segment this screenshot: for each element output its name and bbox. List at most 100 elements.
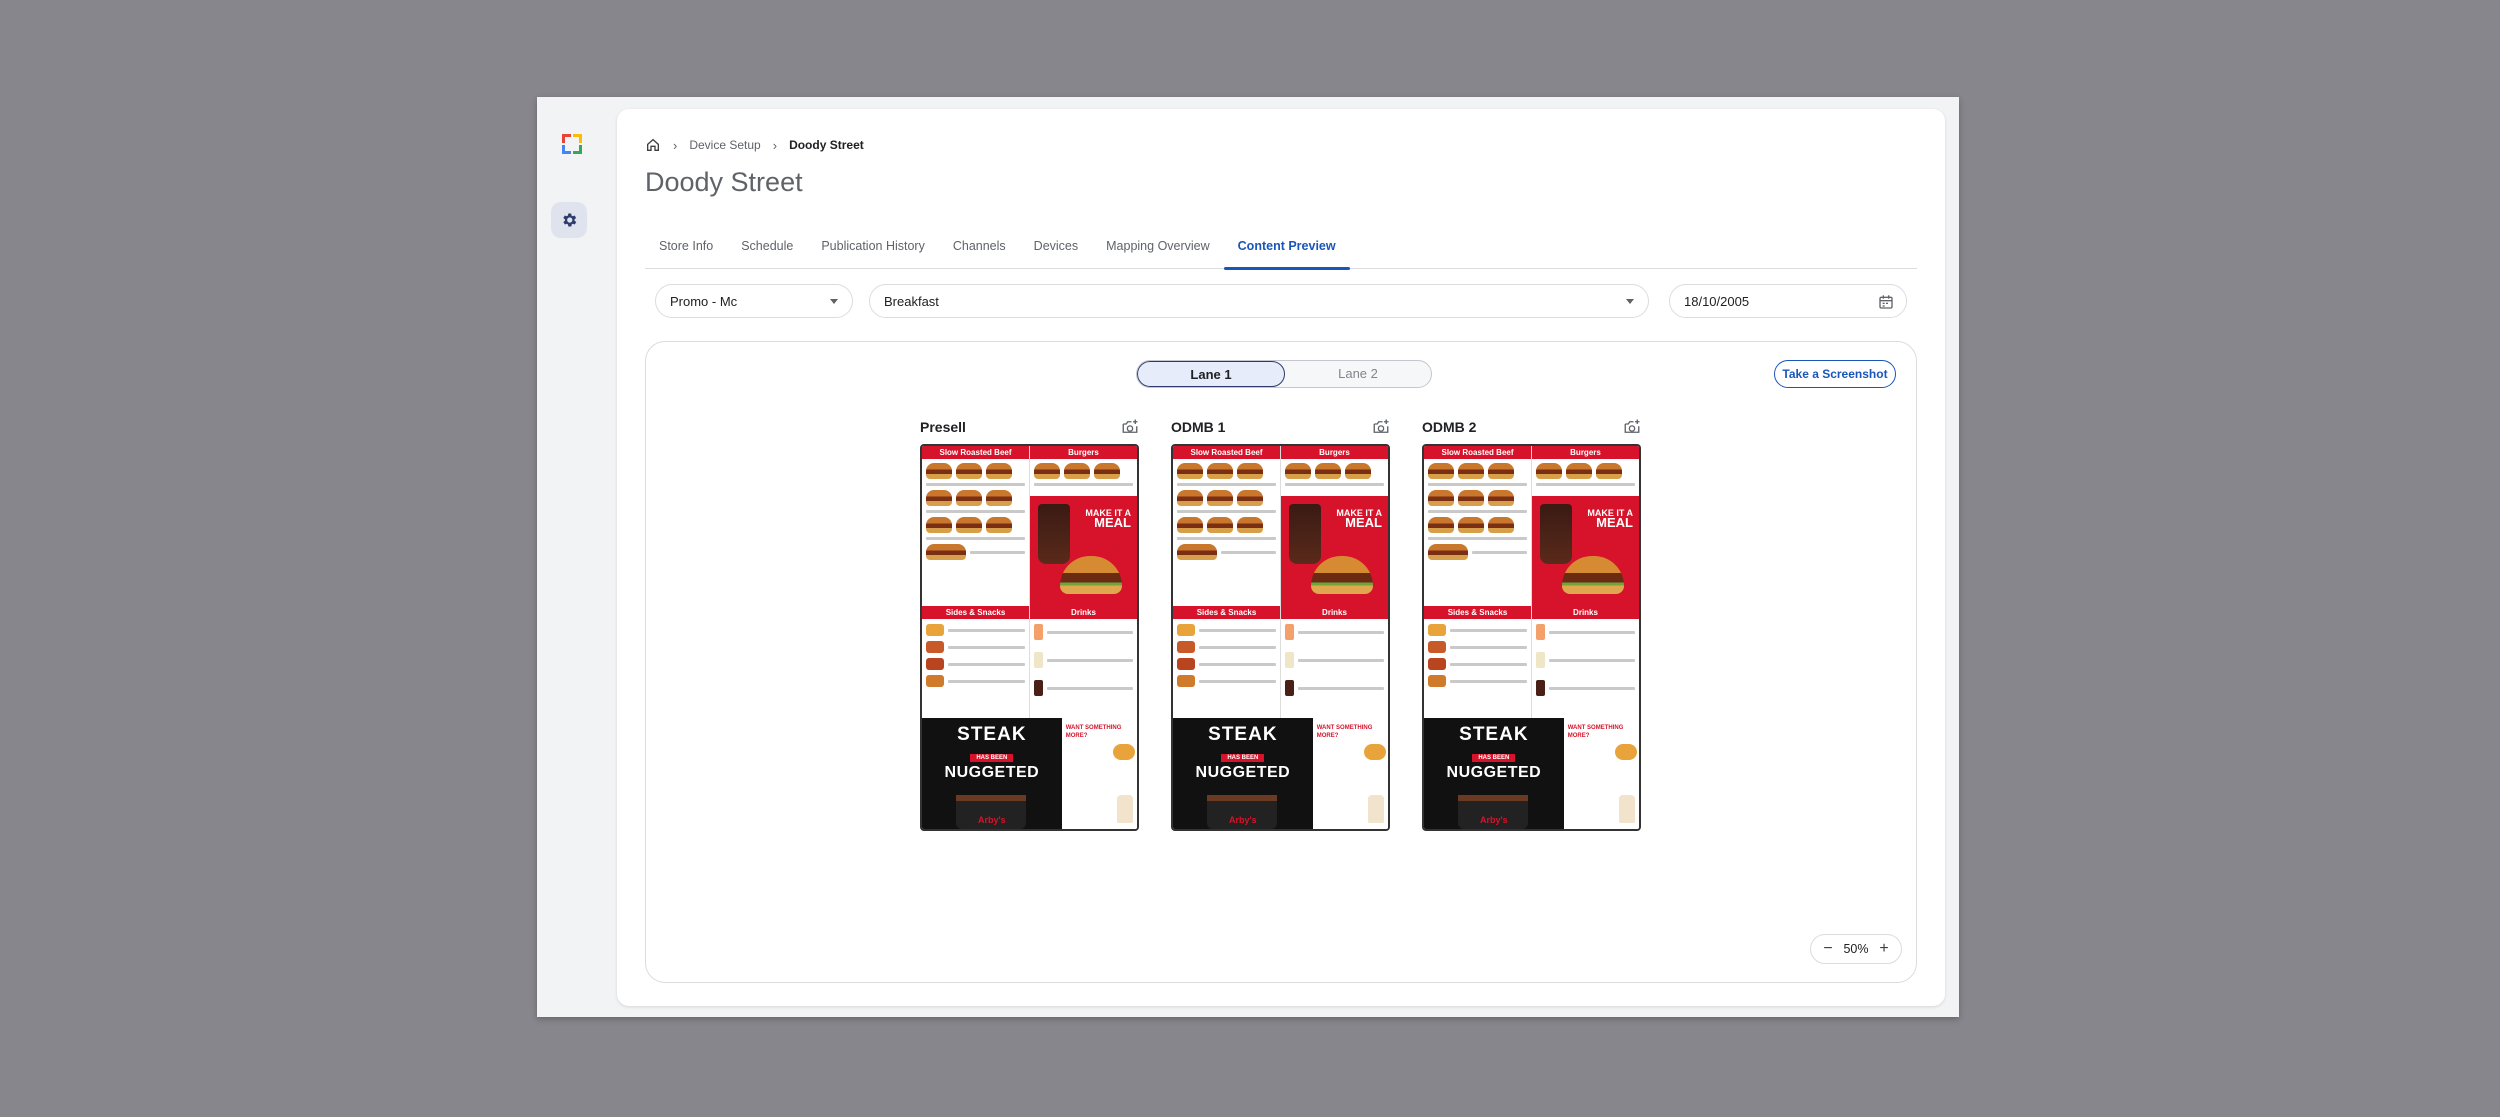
menu-section-title: Burgers: [1281, 446, 1388, 459]
menu-section: Drinks: [1030, 606, 1137, 718]
lane-toggle: Lane 1 Lane 2: [1136, 360, 1432, 388]
menu-section-title: Burgers: [1532, 446, 1639, 459]
promo-banner: STEAK HAS BEEN NUGGETED Arby's: [1424, 718, 1564, 829]
promo-text: STEAK: [957, 724, 1027, 745]
chevron-down-icon: [1626, 299, 1634, 304]
chevron-right-icon: ›: [772, 137, 778, 153]
take-screenshot-button[interactable]: Take a Screenshot: [1774, 360, 1896, 388]
tab-store-info[interactable]: Store Info: [645, 235, 727, 269]
screen-title: ODMB 2: [1422, 419, 1477, 435]
tab-publication-history[interactable]: Publication History: [807, 235, 939, 269]
brand-logo: Arby's: [1480, 815, 1508, 825]
home-icon[interactable]: [645, 137, 661, 153]
menu-section-title: Slow Roasted Beef: [922, 446, 1029, 459]
menu-section: Drinks: [1281, 606, 1388, 718]
date-picker[interactable]: 18/10/2005: [1669, 284, 1907, 318]
promo-text: STEAK: [1459, 724, 1529, 745]
tab-devices[interactable]: Devices: [1020, 235, 1092, 269]
menu-section-title: Drinks: [1030, 606, 1137, 619]
menu-section: Sides & Snacks: [1173, 606, 1281, 718]
promo-text: WANT SOMETHING MORE?: [1316, 725, 1373, 739]
tab-schedule[interactable]: Schedule: [727, 235, 807, 269]
daypart-select[interactable]: Breakfast: [869, 284, 1649, 318]
promo-text: HAS BEEN: [1472, 754, 1516, 762]
page-title: Doody Street: [645, 167, 803, 197]
promo-text: HAS BEEN: [970, 754, 1014, 762]
menu-section: Burgers MAKE IT A MEAL: [1030, 446, 1137, 606]
screen-header: ODMB 1: [1171, 416, 1390, 438]
zoom-level: 50%: [1843, 942, 1869, 956]
lane-1-tab[interactable]: Lane 1: [1137, 361, 1285, 387]
promo-text: NUGGETED: [1195, 764, 1291, 781]
promo-text: NUGGETED: [944, 764, 1040, 781]
menu-section: Drinks: [1532, 606, 1639, 718]
menu-section-title: Sides & Snacks: [1424, 606, 1531, 619]
promo-text: MEAL: [1094, 515, 1131, 530]
menu-section: Sides & Snacks: [1424, 606, 1532, 718]
date-value: 18/10/2005: [1684, 293, 1750, 309]
screen-odmb-1: ODMB 1 Slow Roasted Beef Burgers MAKE IT…: [1171, 416, 1390, 831]
chevron-right-icon: ›: [673, 137, 678, 153]
menu-section-title: Slow Roasted Beef: [1424, 446, 1531, 459]
tab-content-preview[interactable]: Content Preview: [1223, 235, 1350, 270]
breadcrumb-current: Doody Street: [789, 138, 864, 152]
promo-banner: STEAK HAS BEEN NUGGETED Arby's: [1173, 718, 1313, 829]
menu-section: Slow Roasted Beef: [1424, 446, 1532, 606]
daypart-select-value: Breakfast: [884, 293, 939, 309]
promo-side: WANT SOMETHING MORE?: [1563, 718, 1639, 829]
chevron-down-icon: [830, 299, 838, 304]
promo-text: MEAL: [1596, 515, 1633, 530]
tab-mapping-overview[interactable]: Mapping Overview: [1092, 235, 1224, 269]
promo-text: HAS BEEN: [1221, 754, 1265, 762]
screen-title: ODMB 1: [1171, 419, 1226, 435]
menu-section: Burgers MAKE IT A MEAL: [1281, 446, 1388, 606]
tab-channels[interactable]: Channels: [939, 235, 1020, 269]
gear-icon: [563, 213, 577, 227]
menu-section-title: Burgers: [1030, 446, 1137, 459]
content-preview-panel: Lane 1 Lane 2 Take a Screenshot Presell …: [645, 341, 1917, 983]
camera-add-icon[interactable]: [1372, 418, 1390, 436]
app-logo-icon: [562, 134, 582, 154]
settings-nav-button[interactable]: [551, 202, 587, 238]
promo-text: NUGGETED: [1446, 764, 1542, 781]
zoom-in-button[interactable]: +: [1877, 940, 1891, 958]
promo-text: STEAK: [1208, 724, 1278, 745]
camera-add-icon[interactable]: [1623, 418, 1641, 436]
nav-rail: [537, 97, 617, 1017]
menu-section: Slow Roasted Beef: [922, 446, 1030, 606]
filter-bar: Promo - Mc Breakfast 18/10/2005: [645, 284, 1917, 328]
screen-presell: Presell Slow Roasted Beef Burgers MAKE I…: [920, 416, 1139, 831]
brand-logo: Arby's: [1229, 815, 1257, 825]
breadcrumb-device-setup[interactable]: Device Setup: [689, 138, 760, 152]
calendar-icon[interactable]: [1878, 294, 1894, 310]
menu-section-title: Sides & Snacks: [922, 606, 1029, 619]
promo-text: WANT SOMETHING MORE?: [1065, 725, 1122, 739]
camera-add-icon[interactable]: [1121, 418, 1139, 436]
promo-side: WANT SOMETHING MORE?: [1061, 718, 1137, 829]
brand-logo: Arby's: [978, 815, 1006, 825]
menu-board-preview: Slow Roasted Beef Burgers MAKE IT A MEAL…: [1171, 444, 1390, 831]
zoom-control: − 50% +: [1810, 934, 1902, 964]
screen-header: Presell: [920, 416, 1139, 438]
menu-section-title: Sides & Snacks: [1173, 606, 1280, 619]
promo-select-value: Promo - Mc: [670, 293, 738, 309]
promo-side: WANT SOMETHING MORE?: [1312, 718, 1388, 829]
promo-banner: STEAK HAS BEEN NUGGETED Arby's: [922, 718, 1062, 829]
promo-text: WANT SOMETHING MORE?: [1567, 725, 1624, 739]
screen-title: Presell: [920, 419, 966, 435]
breadcrumb: › Device Setup › Doody Street: [645, 137, 864, 153]
screen-header: ODMB 2: [1422, 416, 1641, 438]
menu-board-preview: Slow Roasted Beef Burgers MAKE IT A MEAL…: [1422, 444, 1641, 831]
promo-text: MEAL: [1345, 515, 1382, 530]
menu-section: Burgers MAKE IT A MEAL: [1532, 446, 1639, 606]
menu-section-title: Slow Roasted Beef: [1173, 446, 1280, 459]
main-card: › Device Setup › Doody Street Doody Stre…: [617, 109, 1945, 1006]
zoom-out-button[interactable]: −: [1821, 940, 1835, 958]
menu-section-title: Drinks: [1532, 606, 1639, 619]
tab-bar: Store Info Schedule Publication History …: [645, 235, 1917, 270]
lane-2-tab[interactable]: Lane 2: [1285, 361, 1431, 387]
menu-board-preview: Slow Roasted Beef Burgers MAKE IT A MEAL…: [920, 444, 1139, 831]
menu-section: Sides & Snacks: [922, 606, 1030, 718]
app-window: › Device Setup › Doody Street Doody Stre…: [537, 97, 1959, 1017]
promo-select[interactable]: Promo - Mc: [655, 284, 853, 318]
